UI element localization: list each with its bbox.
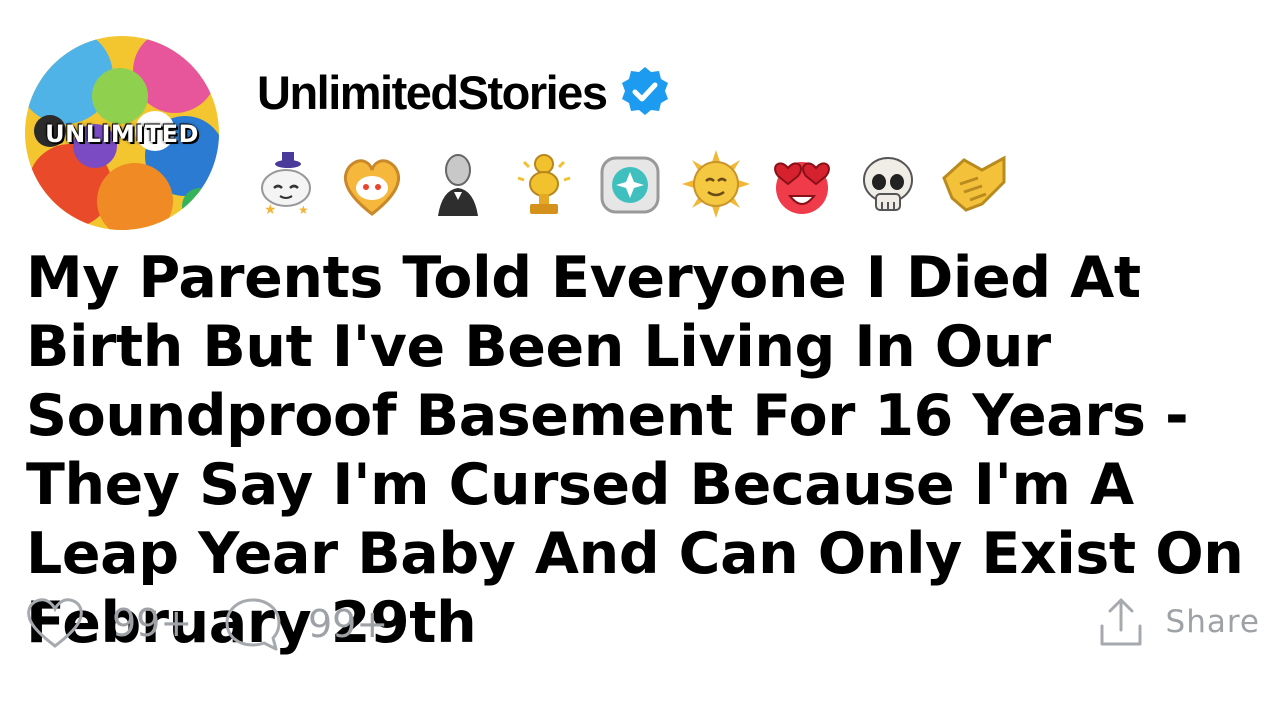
gold-trophy-icon[interactable]	[508, 148, 580, 220]
heart-icon	[27, 598, 83, 648]
like-button[interactable]: 99+	[24, 596, 192, 650]
username[interactable]: UnlimitedStories	[257, 65, 608, 120]
avatar-logo-text: UNLIMITED	[45, 120, 199, 148]
award-badges: ★ ★	[250, 148, 1010, 220]
comment-count: 99+	[308, 602, 389, 646]
svg-text:★: ★	[264, 201, 277, 217]
username-row: UnlimitedStories	[257, 62, 672, 122]
like-count: 99+	[112, 601, 193, 645]
share-upload-icon	[1100, 598, 1142, 646]
post-actions: 99+ 99+ Share	[24, 596, 1260, 656]
angel-snoo-icon[interactable]: ★ ★	[250, 148, 322, 220]
svg-text:★: ★	[298, 203, 309, 217]
comment-bubble-icon	[225, 598, 281, 651]
profile-avatar[interactable]: UNLIMITED	[25, 36, 219, 230]
verified-check-icon	[622, 67, 669, 115]
wholesome-sun-icon[interactable]	[680, 148, 752, 220]
gentleman-icon[interactable]	[422, 148, 494, 220]
share-button[interactable]: Share	[1098, 596, 1260, 648]
share-label: Share	[1165, 604, 1260, 640]
skull-icon[interactable]	[852, 148, 924, 220]
comment-button[interactable]: 99+	[224, 596, 388, 652]
diamond-gem-icon[interactable]	[594, 148, 666, 220]
heart-eyes-icon[interactable]	[766, 148, 838, 220]
handshake-icon[interactable]	[938, 148, 1010, 220]
heart-snoo-icon[interactable]	[336, 148, 408, 220]
